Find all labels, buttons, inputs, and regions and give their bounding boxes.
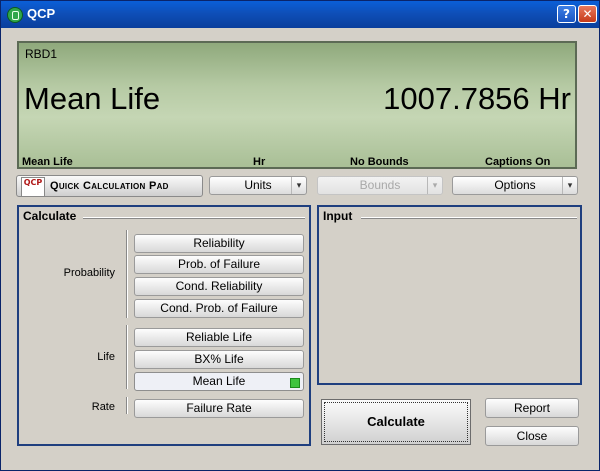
window-title: QCP bbox=[27, 6, 56, 21]
reliable-life-button[interactable]: Reliable Life bbox=[134, 328, 304, 347]
status-bounds: No Bounds bbox=[350, 156, 409, 168]
status-measure: Mean Life bbox=[22, 156, 73, 168]
close-window-button[interactable]: ✕ bbox=[578, 5, 597, 23]
mean-life-button[interactable]: Mean Life bbox=[134, 372, 304, 391]
help-button[interactable]: ? bbox=[557, 5, 576, 23]
divider bbox=[126, 325, 128, 389]
options-dropdown[interactable]: Options ▾ bbox=[452, 176, 578, 195]
bx-life-button[interactable]: BX% Life bbox=[134, 350, 304, 369]
result-display: RBD1 Mean Life 1007.7856 Hr Mean Life Hr… bbox=[17, 41, 577, 169]
status-captions: Captions On bbox=[485, 156, 551, 168]
chevron-down-icon: ▾ bbox=[562, 177, 577, 194]
quick-calculation-pad-button[interactable]: QCP Quick Calculation Pad bbox=[16, 175, 203, 197]
group-label-rate: Rate bbox=[91, 401, 115, 413]
calculate-title: Calculate bbox=[23, 209, 77, 223]
divider bbox=[126, 230, 128, 318]
reliability-button[interactable]: Reliability bbox=[134, 234, 304, 253]
qcp-label: Quick Calculation Pad bbox=[50, 180, 169, 192]
failure-rate-button[interactable]: Failure Rate bbox=[134, 399, 304, 418]
bounds-label: Bounds bbox=[359, 178, 401, 192]
bounds-dropdown: Bounds ▾ bbox=[317, 176, 443, 195]
units-dropdown[interactable]: Units ▾ bbox=[209, 176, 307, 195]
display-item-name: RBD1 bbox=[25, 47, 58, 61]
calculate-panel: Calculate Probability Reliability Prob. … bbox=[17, 205, 311, 446]
chevron-down-icon: ▾ bbox=[427, 177, 442, 194]
close-button[interactable]: Close bbox=[485, 426, 579, 446]
status-unit: Hr bbox=[253, 156, 266, 168]
selected-indicator-icon bbox=[290, 378, 300, 388]
input-panel: Input bbox=[317, 205, 582, 385]
cond-prob-of-failure-button[interactable]: Cond. Prob. of Failure bbox=[134, 299, 304, 318]
divider bbox=[83, 217, 305, 219]
qcp-window: QCP ? ✕ RBD1 Mean Life 1007.7856 Hr Mean… bbox=[0, 0, 600, 471]
chevron-down-icon: ▾ bbox=[291, 177, 306, 194]
divider bbox=[361, 217, 577, 219]
options-label: Options bbox=[494, 178, 536, 192]
title-bar[interactable]: QCP ? ✕ bbox=[1, 1, 599, 28]
calculate-button[interactable]: Calculate bbox=[321, 399, 471, 445]
divider bbox=[126, 397, 128, 414]
report-button[interactable]: Report bbox=[485, 398, 579, 418]
prob-of-failure-button[interactable]: Prob. of Failure bbox=[134, 255, 304, 274]
input-title: Input bbox=[323, 209, 353, 223]
display-measure: Mean Life bbox=[24, 81, 161, 116]
app-icon bbox=[7, 7, 23, 23]
group-label-life: Life bbox=[97, 351, 115, 363]
display-value: 1007.7856 Hr bbox=[383, 81, 571, 116]
qcp-logo-icon: QCP bbox=[21, 177, 45, 197]
cond-reliability-button[interactable]: Cond. Reliability bbox=[134, 277, 304, 296]
group-label-probability: Probability bbox=[63, 267, 115, 279]
units-label: Units bbox=[244, 178, 272, 192]
mean-life-label: Mean Life bbox=[192, 374, 246, 388]
